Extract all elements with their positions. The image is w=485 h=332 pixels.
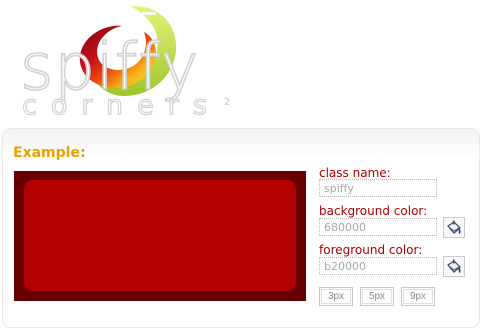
background-color-label: background color: xyxy=(319,204,428,218)
radius-9px-label: 9px xyxy=(403,289,433,304)
logo-superscript: 2 xyxy=(224,97,231,108)
paint-bucket-icon xyxy=(447,220,461,234)
panel-title: Example: xyxy=(13,145,86,161)
logo-subtitle: corners xyxy=(21,90,221,121)
foreground-color-input[interactable] xyxy=(319,257,437,275)
radius-3px-label: 3px xyxy=(321,289,351,304)
example-panel: Example: class name: background color: f… xyxy=(2,128,480,328)
foreground-color-label: foreground color: xyxy=(319,243,423,257)
radius-5px-label: 5px xyxy=(362,289,392,304)
foreground-color-picker-button[interactable] xyxy=(443,256,465,277)
background-color-input[interactable] xyxy=(319,218,437,236)
background-color-picker-button[interactable] xyxy=(443,217,465,238)
demo-background-box xyxy=(14,171,306,301)
radius-5px-button[interactable]: 5px xyxy=(360,287,394,306)
class-name-label: class name: xyxy=(319,166,391,180)
class-name-input[interactable] xyxy=(319,179,437,197)
paint-bucket-icon xyxy=(447,259,461,273)
radius-3px-button[interactable]: 3px xyxy=(319,287,353,306)
spiffy-corners-logo: spiffy corners 2 xyxy=(18,2,248,124)
demo-rounded-box xyxy=(24,180,296,291)
radius-9px-button[interactable]: 9px xyxy=(401,287,435,306)
